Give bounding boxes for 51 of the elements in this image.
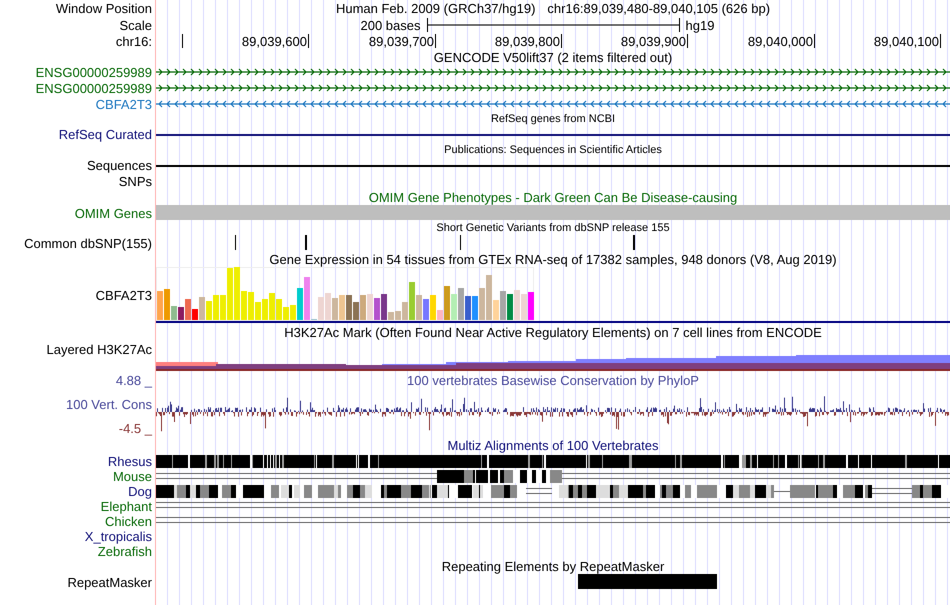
ruler-tick <box>561 34 562 48</box>
track-label[interactable]: OMIM Genes <box>74 206 152 220</box>
ruler-tick <box>308 34 309 48</box>
track-label[interactable]: Sequences <box>86 159 152 172</box>
assembly-title: Human Feb. 2009 (GRCh37/hg19) <box>336 2 536 15</box>
track-label[interactable]: ENSG00000259989 <box>36 66 152 78</box>
track-label[interactable]: chr16: <box>116 35 152 48</box>
ruler-label: 89,039,700 <box>368 35 434 48</box>
track-label[interactable]: Mouse <box>112 470 152 483</box>
position-text: chr16:89,039,480-89,040,105 (626 bp) <box>547 2 770 15</box>
track-label[interactable]: X_tropicalis <box>84 530 152 543</box>
ruler-label: 89,040,100 <box>874 35 939 48</box>
track-label[interactable]: Elephant <box>100 500 152 513</box>
track-label[interactable]: Rhesus <box>108 455 152 468</box>
track-label[interactable]: Dog <box>128 485 152 498</box>
ruler-label: 89,040,000 <box>748 35 813 48</box>
track-title: Multiz Alignments of 100 Vertebrates <box>447 438 658 452</box>
track-title: Repeating Elements by RepeatMasker <box>442 560 664 573</box>
assembly-name: hg19 <box>686 18 714 32</box>
axis-label: 4.88 _ <box>116 374 152 387</box>
track-label[interactable]: CBFA2T3 <box>96 288 152 302</box>
ruler-label: 89,039,600 <box>242 35 307 48</box>
track-label[interactable]: ENSG00000259989 <box>36 82 152 94</box>
ruler-tick <box>182 34 183 48</box>
track-label[interactable]: CBFA2T3 <box>96 98 152 110</box>
axis-label: -4.5 _ <box>118 422 152 435</box>
track-label[interactable]: Zebrafish <box>98 545 152 558</box>
ruler-tick <box>687 34 688 48</box>
track-label[interactable]: SNPs <box>118 174 152 188</box>
track-title: Publications: Sequences in Scientific Articles <box>444 144 662 156</box>
track-title: GENCODE V50lift37 (2 items filtered out) <box>434 50 672 64</box>
track-label[interactable]: Scale <box>119 18 152 32</box>
track-title: RefSeq genes from NCBI <box>490 114 616 125</box>
track-label[interactable]: 100 Vert. Cons <box>66 398 152 411</box>
track-title: H3K27Ac Mark (Often Found Near Active Regulatory Elements) on 7 cell lines from ENCODE <box>284 326 822 338</box>
track-label[interactable]: Window Position <box>56 2 152 15</box>
ruler-tick <box>435 34 436 48</box>
ruler-label: 89,039,900 <box>620 35 686 48</box>
track-title: Short Genetic Variants from dbSNP release 155 <box>436 222 670 234</box>
track-label[interactable]: Chicken <box>105 515 152 528</box>
scale-text: 200 bases <box>360 18 420 32</box>
track-label[interactable]: Common dbSNP(155) <box>24 236 152 250</box>
ruler-tick <box>940 34 941 48</box>
track-label[interactable]: RepeatMasker <box>67 576 152 588</box>
track-title: 100 vertebrates Basewise Conservation by PhyloP <box>407 374 699 387</box>
track-title: Gene Expression in 54 tissues from GTEx RNA-seq of 17382 samples, 948 donors (V8, Aug 2019) <box>269 252 837 266</box>
track-label[interactable]: Layered H3K27Ac <box>46 343 152 356</box>
track-label[interactable]: RefSeq Curated <box>58 128 152 141</box>
track-title: OMIM Gene Phenotypes - Dark Green Can Be Disease-causing <box>368 190 738 204</box>
ruler-label: 89,039,800 <box>494 35 560 48</box>
ruler-tick <box>814 34 815 48</box>
